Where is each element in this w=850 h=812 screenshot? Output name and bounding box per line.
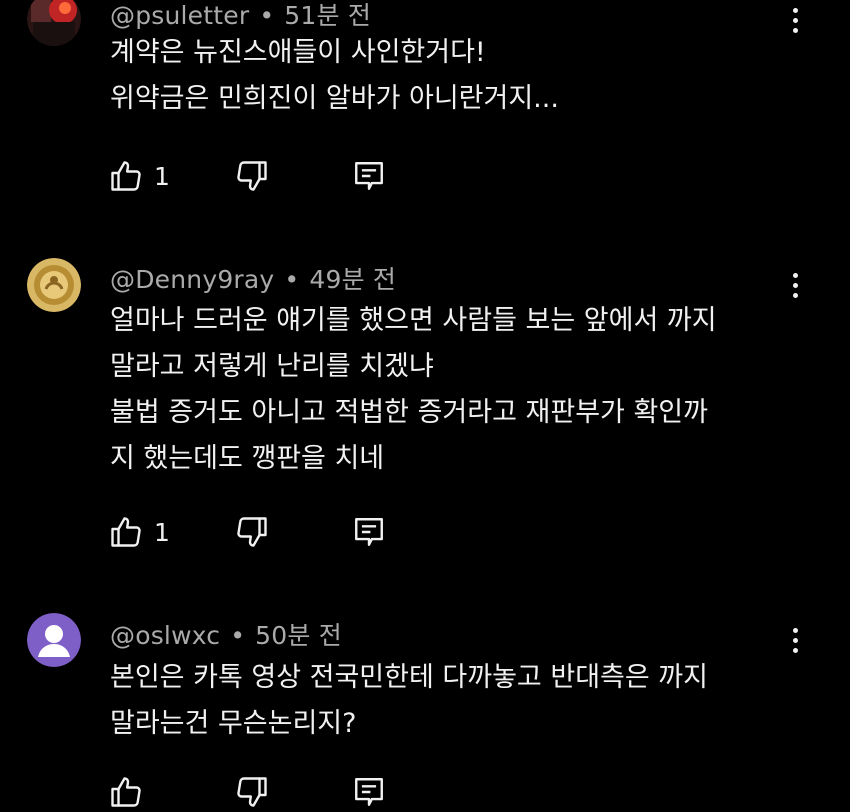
comment-meta: @psuletter • 51분 전 xyxy=(110,0,371,32)
comment-meta: @Denny9ray • 49분 전 xyxy=(110,260,396,296)
comment-line: 말라고 저렇게 난리를 치겠냐 xyxy=(110,351,434,382)
comment-line: 본인은 카톡 영상 전국민한테 다까놓고 반대측은 까지 xyxy=(110,662,708,693)
thumb-down-icon xyxy=(237,161,267,191)
reply-button[interactable] xyxy=(352,772,386,812)
dislike-button[interactable] xyxy=(234,772,270,812)
comment-line: 위약금은 민희진이 알바가 아니란거지... xyxy=(110,83,559,114)
reply-icon xyxy=(355,162,383,190)
comment-author[interactable]: @psuletter xyxy=(110,1,249,30)
dislike-button[interactable] xyxy=(234,156,270,196)
separator-dot: • xyxy=(284,265,300,294)
avatar[interactable] xyxy=(27,613,81,667)
reply-icon xyxy=(355,518,383,546)
dislike-button[interactable] xyxy=(234,512,270,552)
comment-time: 50분 전 xyxy=(255,621,342,650)
comment-line: 말라는건 무슨논리지? xyxy=(110,708,357,739)
comment-time: 49분 전 xyxy=(309,265,397,294)
comment-line: 불법 증거도 아니고 적법한 증거라고 재판부가 확인까 xyxy=(110,397,708,428)
more-vert-icon[interactable] xyxy=(780,0,810,40)
comment-author[interactable]: @Denny9ray xyxy=(110,265,274,294)
thumb-up-icon xyxy=(111,517,141,547)
reply-button[interactable] xyxy=(352,512,386,552)
like-button[interactable]: 1 xyxy=(108,512,170,552)
comment-text: 계약은 뉴진스애들이 사인한거다! 위약금은 민희진이 알바가 아니란거지... xyxy=(110,30,559,122)
like-count: 1 xyxy=(154,161,170,191)
more-vert-icon[interactable] xyxy=(780,620,810,660)
comment-author[interactable]: @oslwxc xyxy=(110,621,220,650)
thumb-down-icon xyxy=(237,777,267,807)
like-button[interactable] xyxy=(108,772,144,812)
avatar[interactable] xyxy=(27,258,81,312)
comment-line: 얼마나 드러운 얘기를 했으면 사람들 보는 앞에서 까지 xyxy=(110,305,717,336)
thumb-up-icon xyxy=(111,161,141,191)
reply-button[interactable] xyxy=(352,156,386,196)
separator-dot: • xyxy=(230,621,246,650)
avatar[interactable] xyxy=(27,0,81,46)
like-button[interactable]: 1 xyxy=(108,156,170,196)
comment-text: 본인은 카톡 영상 전국민한테 다까놓고 반대측은 까지 말라는건 무슨논리지? xyxy=(110,655,708,747)
comment-line: 지 했는데도 깽판을 치네 xyxy=(110,443,385,474)
more-vert-icon[interactable] xyxy=(780,265,810,305)
thumb-down-icon xyxy=(237,517,267,547)
thumb-up-icon xyxy=(111,777,141,807)
reply-icon xyxy=(355,778,383,806)
comment-text: 얼마나 드러운 얘기를 했으면 사람들 보는 앞에서 까지 말라고 저렇게 난리… xyxy=(110,298,717,482)
separator-dot: • xyxy=(259,1,275,30)
comment-meta: @oslwxc • 50분 전 xyxy=(110,616,342,652)
like-count: 1 xyxy=(154,517,170,547)
comment-time: 51분 전 xyxy=(284,1,372,30)
comment-line: 계약은 뉴진스애들이 사인한거다! xyxy=(110,37,486,68)
